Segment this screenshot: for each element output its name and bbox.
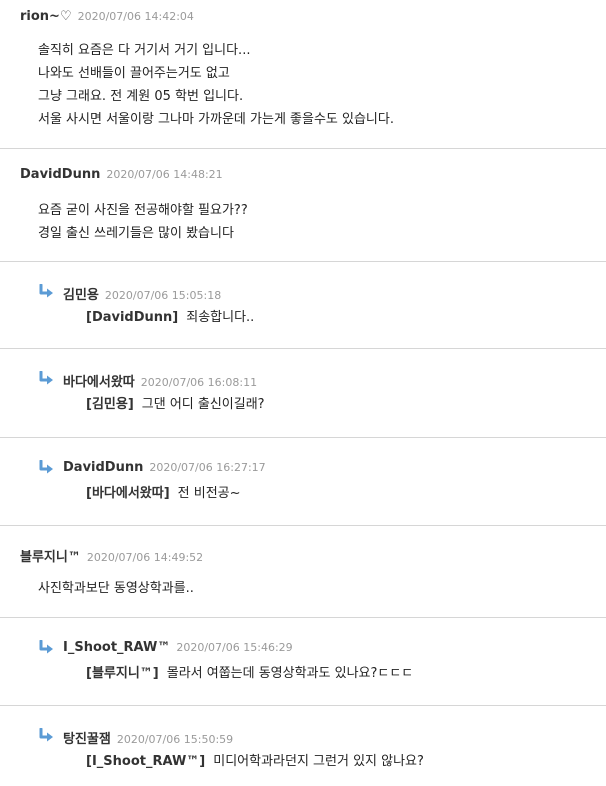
comment-text: 전 비전공~ bbox=[177, 486, 241, 501]
comment: DavidDunn 2020/07/06 14:48:21 요즘 굳이 사진을 … bbox=[0, 149, 606, 262]
comment-author[interactable]: 김민용 bbox=[63, 284, 99, 303]
comment-text: 죄송합니다.. bbox=[186, 310, 255, 325]
comment-header: DavidDunn 2020/07/06 16:27:17 bbox=[38, 438, 606, 476]
comment-text: 그댄 어디 출신이길래? bbox=[141, 397, 265, 412]
comment-text: 몰라서 여쭙는데 동영상학과도 있나요?ㄷㄷㄷ bbox=[166, 666, 414, 681]
comment-author[interactable]: 블루지니™ bbox=[20, 546, 81, 565]
comment-date: 2020/07/06 16:08:11 bbox=[140, 376, 258, 389]
comment: 블루지니™ 2020/07/06 14:49:52 사진학과보단 동영상학과를.… bbox=[0, 526, 606, 618]
mention-tag[interactable]: [김민용] bbox=[86, 397, 134, 412]
reply-comment: 바다에서왔따 2020/07/06 16:08:11 [김민용] 그댄 어디 출신… bbox=[0, 349, 606, 438]
comment-author[interactable]: 바다에서왔따 bbox=[63, 371, 135, 390]
comment-body: [I_Shoot_RAW™] 미디어학과라던지 그런거 있지 않나요? bbox=[38, 750, 606, 773]
comment-line: 서울 사시면 서울이랑 그나마 가까운데 가는게 좋을수도 있습니다. bbox=[38, 112, 394, 127]
mention-tag[interactable]: [블루지니™] bbox=[86, 666, 159, 681]
comment-body: [블루지니™] 몰라서 여쭙는데 동영상학과도 있나요?ㄷㄷㄷ bbox=[38, 662, 606, 685]
comment-date: 2020/07/06 15:05:18 bbox=[104, 289, 222, 302]
comment-author[interactable]: I_Shoot_RAW™ bbox=[63, 640, 170, 655]
comment-header: rion~♡ 2020/07/06 14:42:04 bbox=[20, 0, 606, 25]
comment-date: 2020/07/06 14:49:52 bbox=[86, 551, 204, 564]
comment-author[interactable]: 탕진꿀잼 bbox=[63, 728, 111, 747]
comment-line: 나와도 선배들이 끌어주는거도 없고 bbox=[38, 66, 230, 81]
mention-tag[interactable]: [I_Shoot_RAW™] bbox=[86, 754, 205, 769]
comment-line: 그냥 그래요. 전 계원 05 학번 입니다. bbox=[38, 89, 244, 104]
reply-comment: 김민용 2020/07/06 15:05:18 [DavidDunn] 죄송합니다… bbox=[0, 262, 606, 349]
comment-header: 탕진꿀잼 2020/07/06 15:50:59 bbox=[38, 706, 606, 747]
comment-line: 솔직히 요즘은 다 거기서 거기 입니다... bbox=[38, 43, 251, 58]
comment-body: [바다에서왔따] 전 비전공~ bbox=[38, 482, 606, 505]
comment-author[interactable]: DavidDunn bbox=[63, 460, 143, 475]
comment-date: 2020/07/06 15:50:59 bbox=[116, 733, 234, 746]
reply-comment: 탕진꿀잼 2020/07/06 15:50:59 [I_Shoot_RAW™] 미… bbox=[0, 706, 606, 786]
comment-line: 경일 출신 쓰레기들은 많이 봤습니다 bbox=[38, 226, 234, 241]
comment-body: 솔직히 요즘은 다 거기서 거기 입니다... 나와도 선배들이 끌어주는거도 … bbox=[20, 39, 606, 131]
reply-comment: DavidDunn 2020/07/06 16:27:17 [바다에서왔따] 전 … bbox=[0, 438, 606, 526]
comment-body: [DavidDunn] 죄송합니다.. bbox=[38, 306, 606, 329]
comment-header: 김민용 2020/07/06 15:05:18 bbox=[38, 262, 606, 303]
comment-date: 2020/07/06 14:48:21 bbox=[106, 168, 223, 181]
comment: rion~♡ 2020/07/06 14:42:04 솔직히 요즘은 다 거기서… bbox=[0, 0, 606, 149]
comment-header: DavidDunn 2020/07/06 14:48:21 bbox=[20, 149, 606, 183]
comment-date: 2020/07/06 16:27:17 bbox=[149, 461, 266, 474]
comment-header: I_Shoot_RAW™ 2020/07/06 15:46:29 bbox=[38, 618, 606, 656]
comment-author[interactable]: rion~♡ bbox=[20, 9, 72, 24]
comment-author[interactable]: DavidDunn bbox=[20, 167, 100, 182]
reply-arrow-icon bbox=[39, 640, 53, 654]
reply-arrow-icon bbox=[39, 284, 53, 298]
comment-line: 사진학과보단 동영상학과를.. bbox=[38, 581, 194, 596]
comment-body: [김민용] 그댄 어디 출신이길래? bbox=[38, 393, 606, 416]
comment-date: 2020/07/06 14:42:04 bbox=[77, 10, 194, 23]
mention-tag[interactable]: [DavidDunn] bbox=[86, 310, 178, 325]
reply-comment: I_Shoot_RAW™ 2020/07/06 15:46:29 [블루지니™]… bbox=[0, 618, 606, 706]
comment-date: 2020/07/06 15:46:29 bbox=[176, 641, 293, 654]
comment-header: 바다에서왔따 2020/07/06 16:08:11 bbox=[38, 349, 606, 390]
reply-arrow-icon bbox=[39, 728, 53, 742]
reply-arrow-icon bbox=[39, 460, 53, 474]
comment-text: 미디어학과라던지 그런거 있지 않나요? bbox=[213, 754, 424, 769]
comment-body: 사진학과보단 동영상학과를.. bbox=[20, 577, 606, 600]
reply-arrow-icon bbox=[39, 371, 53, 385]
mention-tag[interactable]: [바다에서왔따] bbox=[86, 486, 170, 501]
comment-header: 블루지니™ 2020/07/06 14:49:52 bbox=[20, 526, 606, 565]
comment-body: 요즘 굳이 사진을 전공해야할 필요가?? 경일 출신 쓰레기들은 많이 봤습니… bbox=[20, 199, 606, 245]
comment-thread: rion~♡ 2020/07/06 14:42:04 솔직히 요즘은 다 거기서… bbox=[0, 0, 606, 786]
comment-line: 요즘 굳이 사진을 전공해야할 필요가?? bbox=[38, 203, 248, 218]
